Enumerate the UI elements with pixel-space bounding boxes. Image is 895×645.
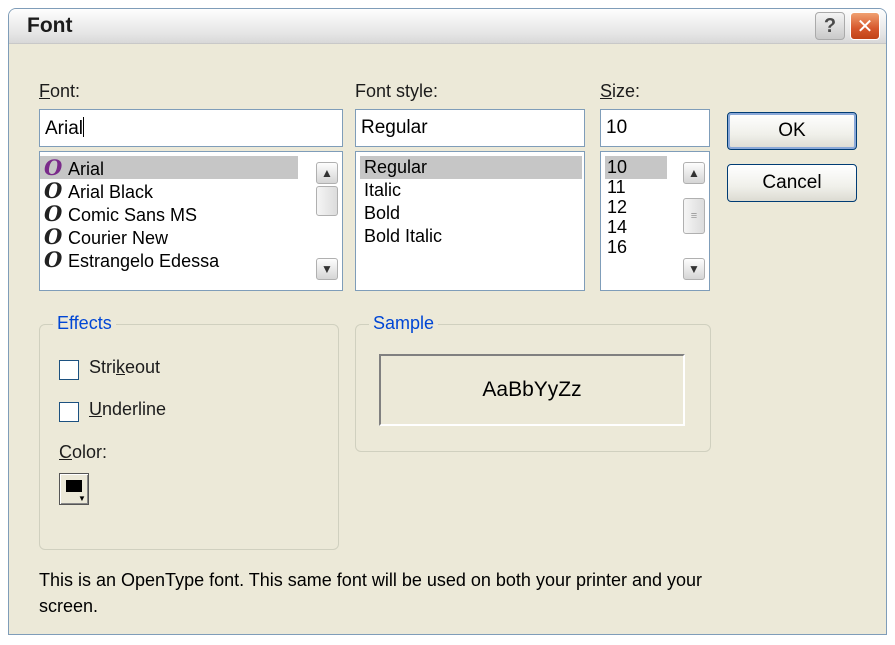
size-label: Size: <box>600 81 641 101</box>
text-caret <box>83 117 85 137</box>
down-arrow-icon: ▼ <box>321 262 333 276</box>
font-dialog: Font ? ✕ Font: Arial O Arial O Arial Black… <box>8 8 887 635</box>
up-arrow-icon: ▲ <box>688 166 700 180</box>
sample-preview: AaBbYyZz <box>379 354 685 426</box>
list-item[interactable]: O Arial <box>40 156 298 179</box>
close-button[interactable]: ✕ <box>850 12 880 40</box>
opentype-font-icon: O <box>44 201 63 226</box>
list-item[interactable]: 16 <box>605 236 627 259</box>
opentype-font-icon: O <box>44 224 63 249</box>
scroll-down-button[interactable]: ▼ <box>316 258 338 280</box>
font-style-list[interactable]: Regular Italic Bold Bold Italic <box>355 151 585 291</box>
underline-checkbox[interactable] <box>59 402 79 422</box>
dropdown-arrow-icon: ▼ <box>78 494 86 503</box>
list-item[interactable]: Regular <box>360 156 582 179</box>
down-arrow-icon: ▼ <box>688 262 700 276</box>
color-swatch <box>66 480 82 492</box>
font-style-label: Font style: <box>355 81 439 101</box>
title-bar[interactable]: Font ? ✕ <box>9 9 886 44</box>
scroll-up-button[interactable]: ▲ <box>683 162 705 184</box>
scroll-up-button[interactable]: ▲ <box>316 162 338 184</box>
list-item[interactable]: O Arial Black <box>40 179 153 202</box>
font-name-input[interactable]: Arial <box>39 109 343 147</box>
scroll-thumb[interactable]: ≡ <box>683 198 705 234</box>
strikeout-label[interactable]: Strikeout <box>89 357 160 378</box>
color-label: Color: <box>59 442 108 462</box>
list-item[interactable]: O Estrangelo Edessa <box>40 248 219 271</box>
color-picker-button[interactable]: ▼ <box>59 473 89 505</box>
list-item[interactable]: Italic <box>360 179 401 202</box>
up-arrow-icon: ▲ <box>321 166 333 180</box>
font-style-input[interactable]: Regular <box>355 109 585 147</box>
effects-group <box>39 324 339 550</box>
size-list[interactable]: 10 11 12 14 16 ▲ ≡ ▼ <box>600 151 710 291</box>
grip-icon: ≡ <box>690 210 698 222</box>
scroll-thumb[interactable] <box>316 186 338 216</box>
underline-label[interactable]: Underline <box>89 399 166 420</box>
strikeout-checkbox[interactable] <box>59 360 79 380</box>
list-item[interactable]: Bold Italic <box>360 225 442 248</box>
font-list[interactable]: O Arial O Arial Black O Comic Sans MS O Cour… <box>39 151 343 291</box>
list-item[interactable]: O Courier New <box>40 225 168 248</box>
opentype-font-icon: O <box>44 178 63 203</box>
list-item[interactable]: O Comic Sans MS <box>40 202 197 225</box>
effects-title: Effects <box>53 313 116 334</box>
sample-title: Sample <box>369 313 439 334</box>
scroll-down-button[interactable]: ▼ <box>683 258 705 280</box>
cancel-button[interactable]: Cancel <box>727 164 857 202</box>
font-description: This is an OpenType font. This same font… <box>39 570 703 616</box>
size-input[interactable]: 10 <box>600 109 710 147</box>
help-button[interactable]: ? <box>815 12 845 40</box>
font-label: Font: <box>39 81 81 101</box>
opentype-font-icon: O <box>44 155 63 180</box>
list-item[interactable]: Bold <box>360 202 400 225</box>
opentype-font-icon: O <box>44 247 63 272</box>
dialog-title: Font <box>27 14 73 37</box>
ok-button[interactable]: OK <box>727 112 857 150</box>
